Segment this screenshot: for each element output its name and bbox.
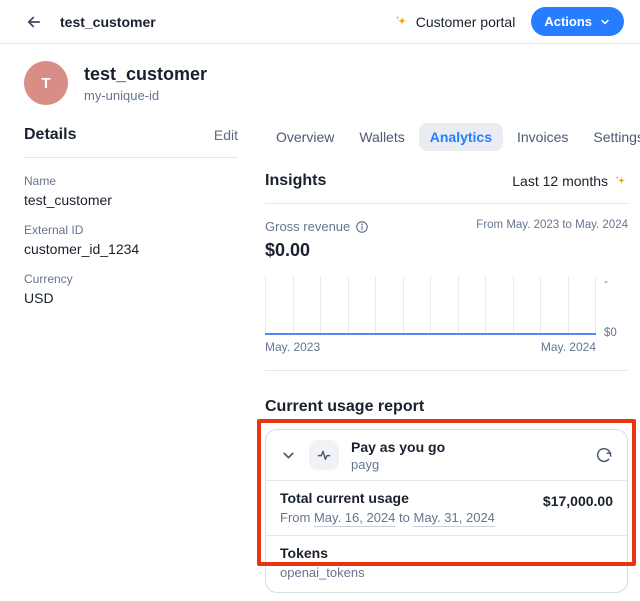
sparkle-icon xyxy=(614,174,628,188)
topbar: test_customer Customer portal Actions xyxy=(0,0,640,44)
chevron-down-icon xyxy=(599,16,611,28)
customer-header: T test_customer my-unique-id xyxy=(0,44,640,105)
total-usage-amount: $17,000.00 xyxy=(543,490,613,509)
period-prefix: From xyxy=(280,510,310,525)
customer-portal-label: Customer portal xyxy=(416,14,516,30)
chart-y-axis-labels: - $0 xyxy=(596,276,628,335)
customer-detail-panel: Overview Wallets Analytics Invoices Sett… xyxy=(265,126,628,593)
field-value: test_customer xyxy=(24,192,238,208)
plan-header-row[interactable]: Pay as you go payg xyxy=(266,430,627,480)
charge-label: Tokens xyxy=(280,545,613,562)
edit-button[interactable]: Edit xyxy=(214,127,238,143)
x-axis-label-start: May. 2023 xyxy=(265,340,320,354)
field-external-id: External ID customer_id_1234 xyxy=(24,223,238,257)
usage-card-zone: Pay as you go payg Total current usage xyxy=(265,429,628,593)
refresh-icon xyxy=(595,446,613,464)
pulse-icon xyxy=(309,440,339,470)
period-separator: to xyxy=(399,510,410,525)
customer-external-id: my-unique-id xyxy=(84,88,207,103)
charge-row-tokens: Tokens openai_tokens xyxy=(266,536,627,592)
details-panel: Details Edit Name test_customer External… xyxy=(24,126,238,593)
field-label: Name xyxy=(24,174,238,188)
field-value: customer_id_1234 xyxy=(24,241,238,257)
refresh-button[interactable] xyxy=(595,446,613,464)
main-content: Details Edit Name test_customer External… xyxy=(0,105,640,593)
total-usage-label: Total current usage xyxy=(280,490,495,507)
details-header: Details Edit xyxy=(24,126,238,158)
page-title: test_customer xyxy=(60,14,156,30)
chart-x-axis-labels: May. 2023 May. 2024 xyxy=(265,340,596,354)
gross-revenue-label: Gross revenue xyxy=(265,219,350,234)
chevron-down-icon xyxy=(280,447,297,464)
x-axis-label-end: May. 2024 xyxy=(541,340,596,354)
field-label: Currency xyxy=(24,272,238,286)
chart-plot-area xyxy=(265,276,596,335)
details-title: Details xyxy=(24,126,76,144)
plan-identity: Pay as you go payg xyxy=(351,439,445,472)
charge-code: openai_tokens xyxy=(280,565,613,580)
arrow-left-icon xyxy=(25,13,43,31)
collapse-toggle[interactable] xyxy=(280,447,297,464)
period-start-date[interactable]: May. 16, 2024 xyxy=(314,510,395,527)
actions-label: Actions xyxy=(544,14,592,29)
field-name: Name test_customer xyxy=(24,174,238,208)
gross-revenue-label-group: Gross revenue xyxy=(265,219,369,234)
gross-revenue-row: Gross revenue From May. 2023 to May. 202… xyxy=(265,219,628,234)
tab-overview[interactable]: Overview xyxy=(265,123,345,151)
total-usage-row: Total current usage From May. 16, 2024 t… xyxy=(266,481,627,535)
total-usage-info: Total current usage From May. 16, 2024 t… xyxy=(280,490,495,525)
period-selector-label: Last 12 months xyxy=(512,173,608,189)
y-axis-label-bottom: $0 xyxy=(604,327,628,339)
customer-portal-link[interactable]: Customer portal xyxy=(394,14,516,30)
avatar-initial: T xyxy=(41,75,50,92)
usage-period: From May. 16, 2024 to May. 31, 2024 xyxy=(280,510,495,525)
period-selector[interactable]: Last 12 months xyxy=(512,173,628,189)
gross-revenue-value: $0.00 xyxy=(265,240,628,261)
insights-title: Insights xyxy=(265,172,326,190)
back-button[interactable] xyxy=(20,8,48,36)
plan-code: payg xyxy=(351,457,445,472)
gross-revenue-chart: - $0 xyxy=(265,276,628,335)
tab-settings[interactable]: Settings xyxy=(582,123,640,151)
field-currency: Currency USD xyxy=(24,272,238,306)
plan-name: Pay as you go xyxy=(351,439,445,455)
customer-name: test_customer xyxy=(84,64,207,85)
customer-identity: test_customer my-unique-id xyxy=(84,64,207,103)
usage-report-card: Pay as you go payg Total current usage xyxy=(265,429,628,593)
tab-analytics[interactable]: Analytics xyxy=(419,123,503,151)
section-divider xyxy=(265,370,628,371)
field-value: USD xyxy=(24,290,238,306)
insights-header: Insights Last 12 months xyxy=(265,172,628,204)
avatar: T xyxy=(24,61,68,105)
chart-date-range: From May. 2023 to May. 2024 xyxy=(476,219,628,231)
sparkle-icon xyxy=(394,14,409,29)
tab-invoices[interactable]: Invoices xyxy=(506,123,579,151)
actions-button[interactable]: Actions xyxy=(531,7,624,36)
tab-wallets[interactable]: Wallets xyxy=(348,123,415,151)
field-label: External ID xyxy=(24,223,238,237)
usage-report-title: Current usage report xyxy=(265,398,628,416)
chart-gridlines xyxy=(265,276,596,335)
y-axis-label-top: - xyxy=(604,276,628,288)
chart-zero-value-line xyxy=(265,333,596,335)
info-icon[interactable] xyxy=(355,220,369,234)
tab-bar: Overview Wallets Analytics Invoices Sett… xyxy=(265,123,628,151)
period-end-date[interactable]: May. 31, 2024 xyxy=(413,510,494,527)
